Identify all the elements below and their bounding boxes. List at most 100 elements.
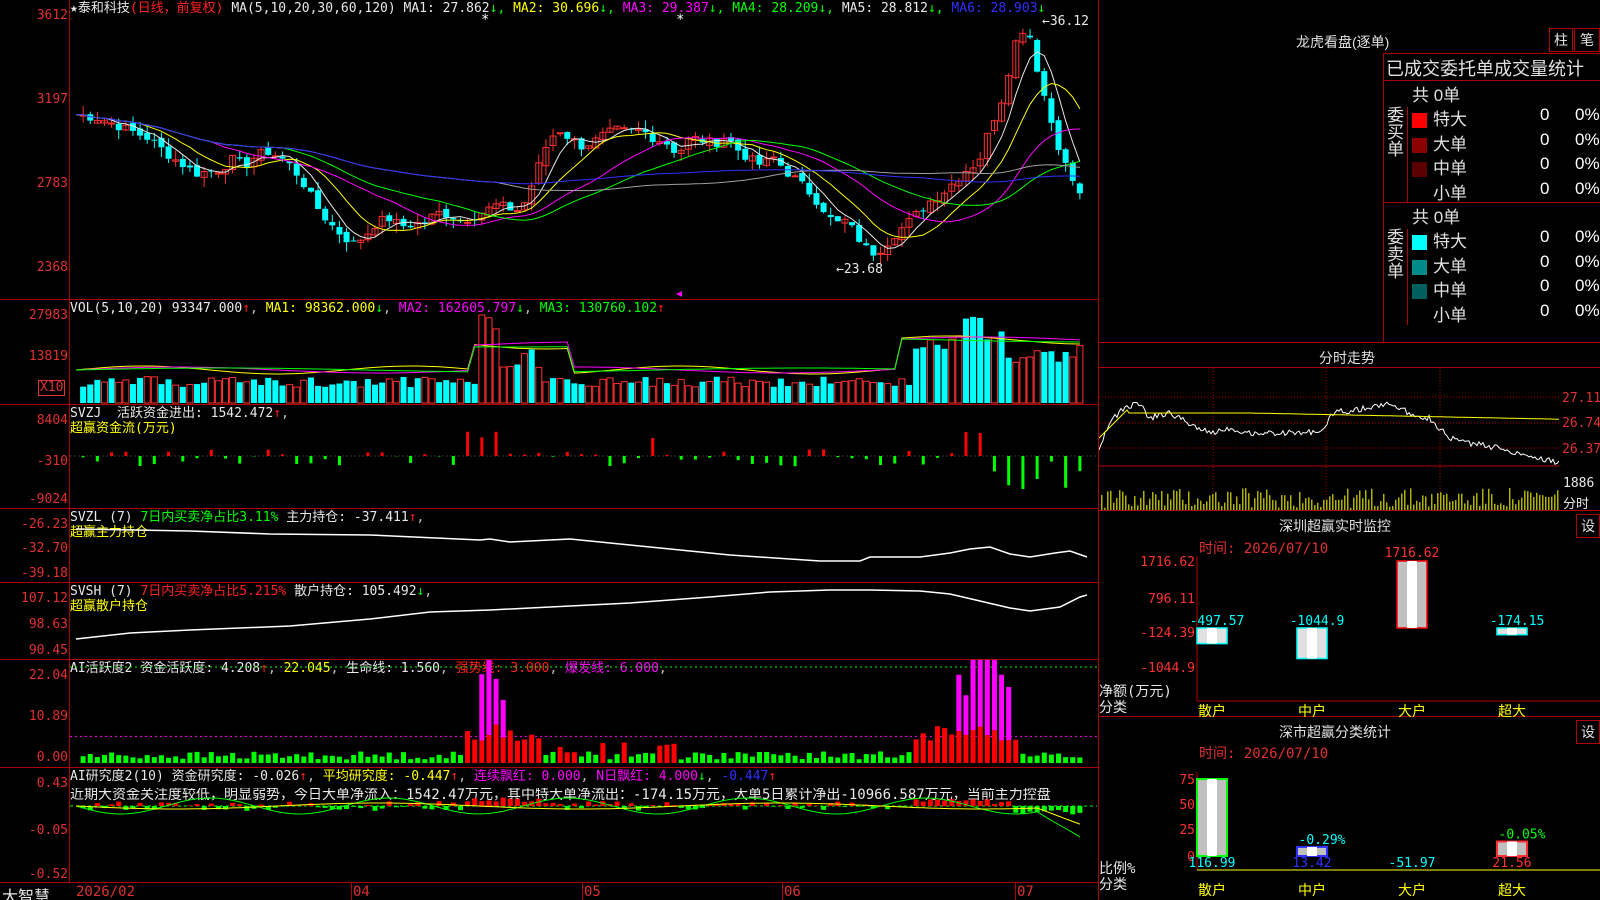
money-flow-bar	[451, 456, 455, 465]
research-bar	[344, 806, 350, 810]
research-bar	[1027, 806, 1033, 812]
activity-bar	[685, 757, 691, 763]
dragon-panel[interactable]: 龙虎看盘(逐单) 柱 笔 已成交委托单成交量统计 委买单 共 0单 特大 0 0% 大…	[1099, 0, 1600, 343]
research-bar	[991, 803, 997, 806]
volume-bar	[628, 382, 635, 403]
volume-bar	[80, 386, 87, 403]
candle-body	[849, 222, 856, 226]
ai-active-panel[interactable]: AI活跃度2 资金活跃度: 4.208↑, 22.045, 生命线: 1.560…	[0, 660, 1098, 768]
money-flow-bar	[750, 456, 754, 464]
intraday-vol-bar	[1146, 504, 1148, 510]
money-flow-bar	[523, 454, 527, 456]
classify-bar-highlight	[1207, 779, 1217, 856]
activity-bar	[415, 757, 421, 763]
money-flow-bar	[964, 431, 968, 456]
activity-bar	[707, 754, 713, 763]
candle-body	[1055, 120, 1062, 151]
volume-bar	[777, 378, 784, 403]
volume-bar	[556, 377, 564, 404]
research-bar	[942, 800, 948, 806]
retail-position-line	[75, 589, 1088, 640]
intraday-chart[interactable]	[1099, 368, 1559, 510]
activity-bar	[614, 754, 620, 763]
color-swatch	[1412, 113, 1427, 129]
intraday-vol-bar	[1302, 503, 1304, 510]
activity-bar	[465, 731, 471, 763]
activity-bar	[742, 753, 748, 763]
intraday-vol-bar	[1389, 506, 1391, 510]
activity-burst-bar	[493, 678, 499, 725]
research-bar	[351, 806, 357, 807]
activity-bar	[999, 740, 1005, 763]
activity-bar	[344, 759, 350, 763]
activity-bar	[258, 754, 264, 763]
candle-body	[108, 122, 116, 125]
svzl-panel[interactable]: SVZL (7) 7日内买卖净占比3.11% 主力持仓: -37.411↑, 超…	[0, 509, 1098, 583]
intraday-vol-bar	[1185, 504, 1187, 510]
order-stats-tabs[interactable]: 已成交委托单成交量统计	[1386, 55, 1584, 81]
intraday-vol-bar	[1386, 502, 1388, 510]
activity-bar	[507, 730, 513, 763]
research-bar	[436, 801, 442, 806]
monitor-bar-chart: 1716.62 796.11 -124.39 -1044.9 -497.57 散户 -104…	[1140, 546, 1600, 717]
activity-bar	[422, 759, 428, 763]
activity-bar	[671, 743, 677, 763]
ai-research-panel[interactable]: AI研究度2(10) 资金研究度: -0.026↑, 平均研究度: -0.447…	[0, 768, 1098, 882]
volume-bar	[293, 386, 301, 404]
research-bar	[970, 799, 976, 806]
activity-bar	[522, 739, 528, 763]
intraday-vol-bar	[1119, 490, 1121, 510]
stroke-view-button[interactable]: 笔	[1574, 28, 1600, 52]
classify-category-label: 散户	[1198, 882, 1226, 899]
intraday-panel[interactable]: 分时走势 27.11 26.74 26.37 1886 分时	[1099, 343, 1600, 512]
price-panel[interactable]: ★泰和科技(日线，前复权) MA(5,10,20,30,60,120) MA1:…	[0, 0, 1098, 300]
activity-bar	[514, 740, 520, 763]
activity-bar	[600, 743, 606, 763]
svsh-panel[interactable]: SVSH (7) 7日内买卖净占比5.215% 散户持仓: 105.492↓, …	[0, 583, 1098, 660]
volume-bar	[677, 378, 685, 404]
monitor-bar-highlight	[1207, 628, 1217, 644]
classify-panel[interactable]: 深市超赢分类统计 设 时间: 2026/07/10 75 50 25 0 116.99 散…	[1099, 717, 1600, 900]
activity-bar	[1041, 752, 1047, 763]
money-flow-bar	[266, 449, 270, 456]
activity-bar	[251, 751, 257, 763]
activity-bar	[137, 758, 143, 763]
volume-bar	[1048, 351, 1055, 403]
intraday-vol-bar	[1245, 488, 1247, 510]
research-bar	[109, 804, 115, 806]
candlestick-chart[interactable]: * *	[70, 0, 1097, 299]
volume-bar	[122, 379, 130, 404]
volume-panel[interactable]: VOL(5,10,20) 93347.000↑, MA1: 98362.000↓…	[0, 300, 1098, 405]
volume-bar	[884, 383, 892, 404]
bar-view-button[interactable]: 柱	[1549, 28, 1573, 52]
research-bar	[628, 803, 634, 806]
volume-bar	[869, 382, 877, 404]
volume-bar	[984, 339, 991, 403]
volume-bar	[599, 378, 607, 404]
order-row: 特大 0 0%	[1412, 227, 1600, 251]
money-flow-bar	[380, 452, 384, 456]
volume-bar	[1076, 345, 1084, 404]
activity-bar	[842, 753, 848, 763]
research-bar	[650, 805, 656, 806]
svzj-panel[interactable]: SVZJ 活跃资金进出: 1542.472↑, 超赢资金流(万元) 8404 -…	[0, 405, 1098, 509]
money-flow-bar	[893, 456, 897, 464]
volume-bar	[998, 331, 1005, 403]
volume-bar	[286, 384, 294, 404]
date-axis[interactable]: 大智慧 2026/02 04 05 06 07	[0, 882, 1098, 900]
vol-unit-badge[interactable]: X10	[38, 380, 66, 396]
intraday-vol-bar	[1557, 490, 1559, 510]
volume-bar	[478, 314, 486, 404]
activity-bar	[991, 730, 997, 763]
research-bar	[244, 806, 250, 811]
money-flow-bar	[337, 456, 341, 466]
order-count: 0	[1540, 227, 1550, 246]
ma1-line	[75, 51, 1081, 249]
order-size-label: 中单	[1433, 281, 1467, 300]
research-bar	[934, 799, 940, 806]
activity-bar	[536, 738, 542, 763]
monitor-panel[interactable]: 深圳超赢实时监控 设 时间: 2026/07/10 1716.62 796.11-…	[1099, 511, 1600, 717]
volume-bar	[970, 316, 977, 403]
classify-value: 116.99	[1189, 856, 1236, 871]
buy-total: 共 0单	[1412, 86, 1461, 105]
